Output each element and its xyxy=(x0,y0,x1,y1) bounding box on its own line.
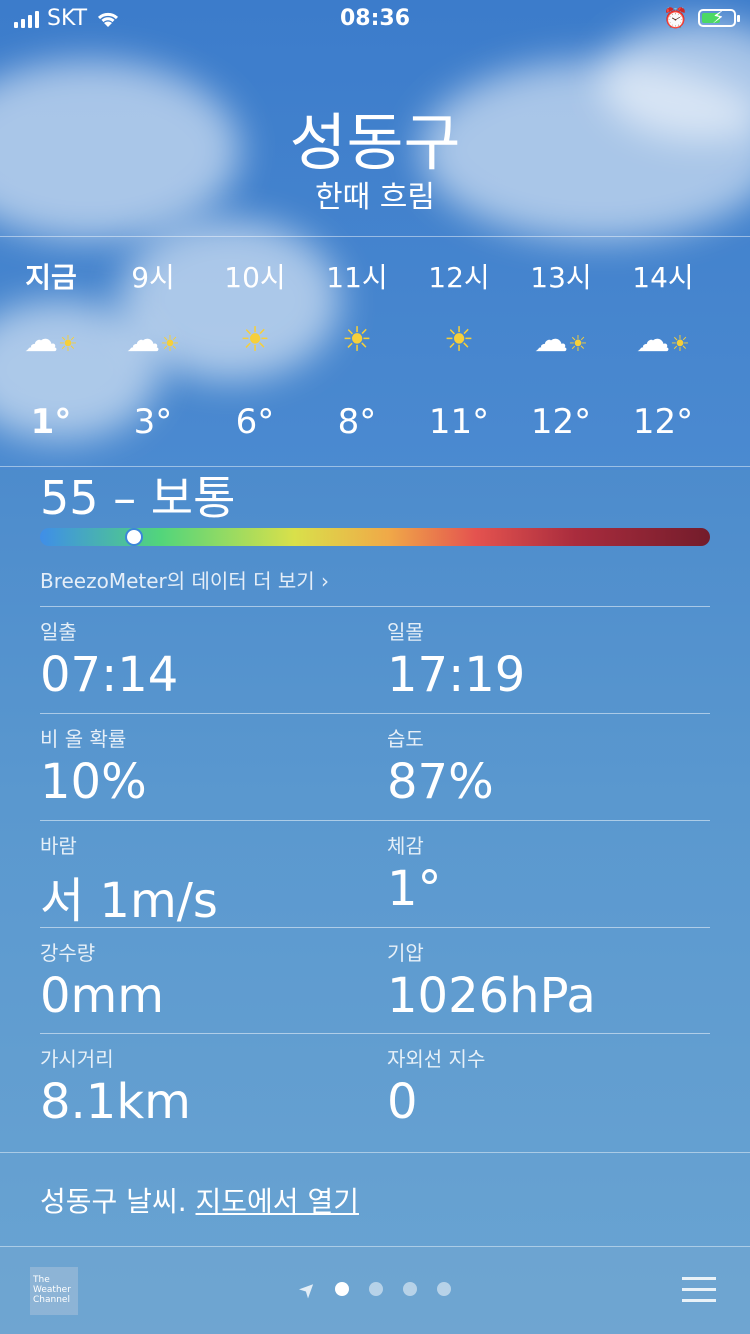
detail-humidity: 습도 87% xyxy=(387,727,494,810)
sun-icon: ☀ xyxy=(239,320,271,360)
location-arrow-icon: ➤ xyxy=(292,1274,322,1304)
page-indicator[interactable]: ➤ xyxy=(0,1274,750,1304)
detail-rain-chance: 비 올 확률 10% xyxy=(40,727,147,810)
footer-weather-text: 성동구 날씨. 지도에서 열기 xyxy=(40,1185,359,1218)
hour-item: 9시 ☁☀ 3° xyxy=(102,236,204,466)
alarm-icon: ⏰ xyxy=(663,6,688,30)
divider xyxy=(40,1033,710,1034)
detail-feels-like: 체감 1° xyxy=(387,834,442,917)
partly-cloudy-icon: ☁☀ xyxy=(24,320,78,360)
air-quality-indicator xyxy=(124,528,143,546)
hour-item: 10시 ☀ 6° xyxy=(204,236,306,466)
battery-icon: ⚡ xyxy=(698,7,740,28)
page-dot[interactable] xyxy=(437,1282,452,1296)
hour-item: 13시 ☁☀ 12° xyxy=(510,236,612,466)
divider xyxy=(40,820,710,821)
partly-cloudy-icon: ☁☀ xyxy=(636,320,690,360)
detail-sunset: 일몰 17:19 xyxy=(387,620,526,703)
sun-icon: ☀ xyxy=(341,320,373,360)
open-in-maps-link[interactable]: 지도에서 열기 xyxy=(196,1185,359,1218)
divider xyxy=(40,606,710,607)
partly-cloudy-icon: ☁☀ xyxy=(534,320,588,360)
detail-uv-index: 자외선 지수 0 xyxy=(387,1047,486,1130)
detail-wind: 바람 서 1m/s xyxy=(40,834,218,929)
hour-item: 11시 ☀ 8° xyxy=(306,236,408,466)
divider xyxy=(40,927,710,928)
detail-sunrise: 일출 07:14 xyxy=(40,620,179,703)
bottom-toolbar: The Weather Channel ➤ xyxy=(0,1247,750,1334)
city-list-icon[interactable] xyxy=(682,1277,716,1303)
hour-item: 12시 ☀ 11° xyxy=(408,236,510,466)
divider xyxy=(40,713,710,714)
detail-precipitation: 강수량 0mm xyxy=(40,941,165,1024)
detail-visibility: 가시거리 8.1km xyxy=(40,1047,191,1130)
divider xyxy=(0,1152,750,1153)
sun-icon: ☀ xyxy=(443,320,475,360)
hourly-forecast[interactable]: 지금 ☁☀ 1° 9시 ☁☀ 3° 10시 ☀ 6° 11시 ☀ 8° 12시 … xyxy=(0,236,750,466)
page-dot[interactable] xyxy=(335,1282,350,1296)
clock: 08:36 xyxy=(339,6,411,31)
partly-cloudy-icon: ☁☀ xyxy=(126,320,180,360)
current-condition: 한때 흐림 xyxy=(315,180,435,215)
breezometer-link[interactable]: BreezoMeter의 데이터 더 보기 › xyxy=(40,565,329,594)
status-bar: SKT 08:36 ⏰ ⚡ xyxy=(0,0,750,40)
page-dot[interactable] xyxy=(403,1282,418,1296)
hour-item: 14시 ☁☀ 12° xyxy=(612,236,714,466)
hour-item: 지금 ☁☀ 1° xyxy=(0,236,102,466)
detail-pressure: 기압 1026hPa xyxy=(387,941,596,1024)
air-quality-headline: 55 – 보통 xyxy=(40,471,236,525)
city-name: 성동구 xyxy=(289,106,461,179)
page-dot[interactable] xyxy=(369,1282,384,1296)
